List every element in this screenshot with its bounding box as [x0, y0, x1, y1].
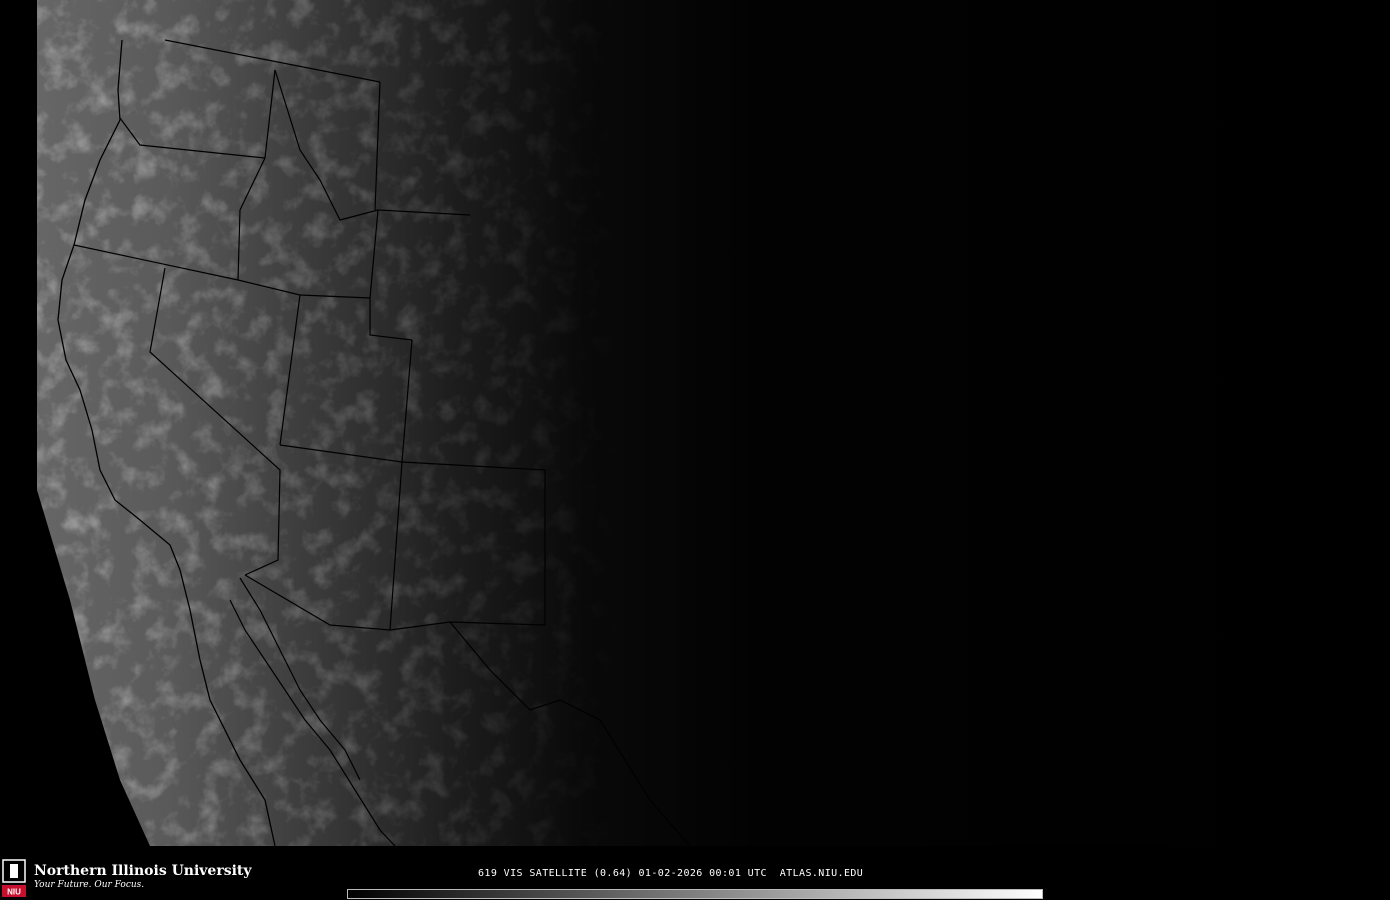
logo-text: NIU	[7, 888, 21, 897]
brightness-colorbar	[347, 889, 1043, 899]
image-caption: 619 VIS SATELLITE (0.64) 01-02-2026 00:0…	[478, 868, 864, 879]
cloud-texture	[37, 0, 1390, 846]
university-tagline: Your Future. Our Focus.	[34, 880, 145, 890]
niu-logo: NIU	[2, 859, 26, 897]
university-name: Northern Illinois University	[34, 863, 252, 879]
satellite-image	[37, 0, 1390, 846]
